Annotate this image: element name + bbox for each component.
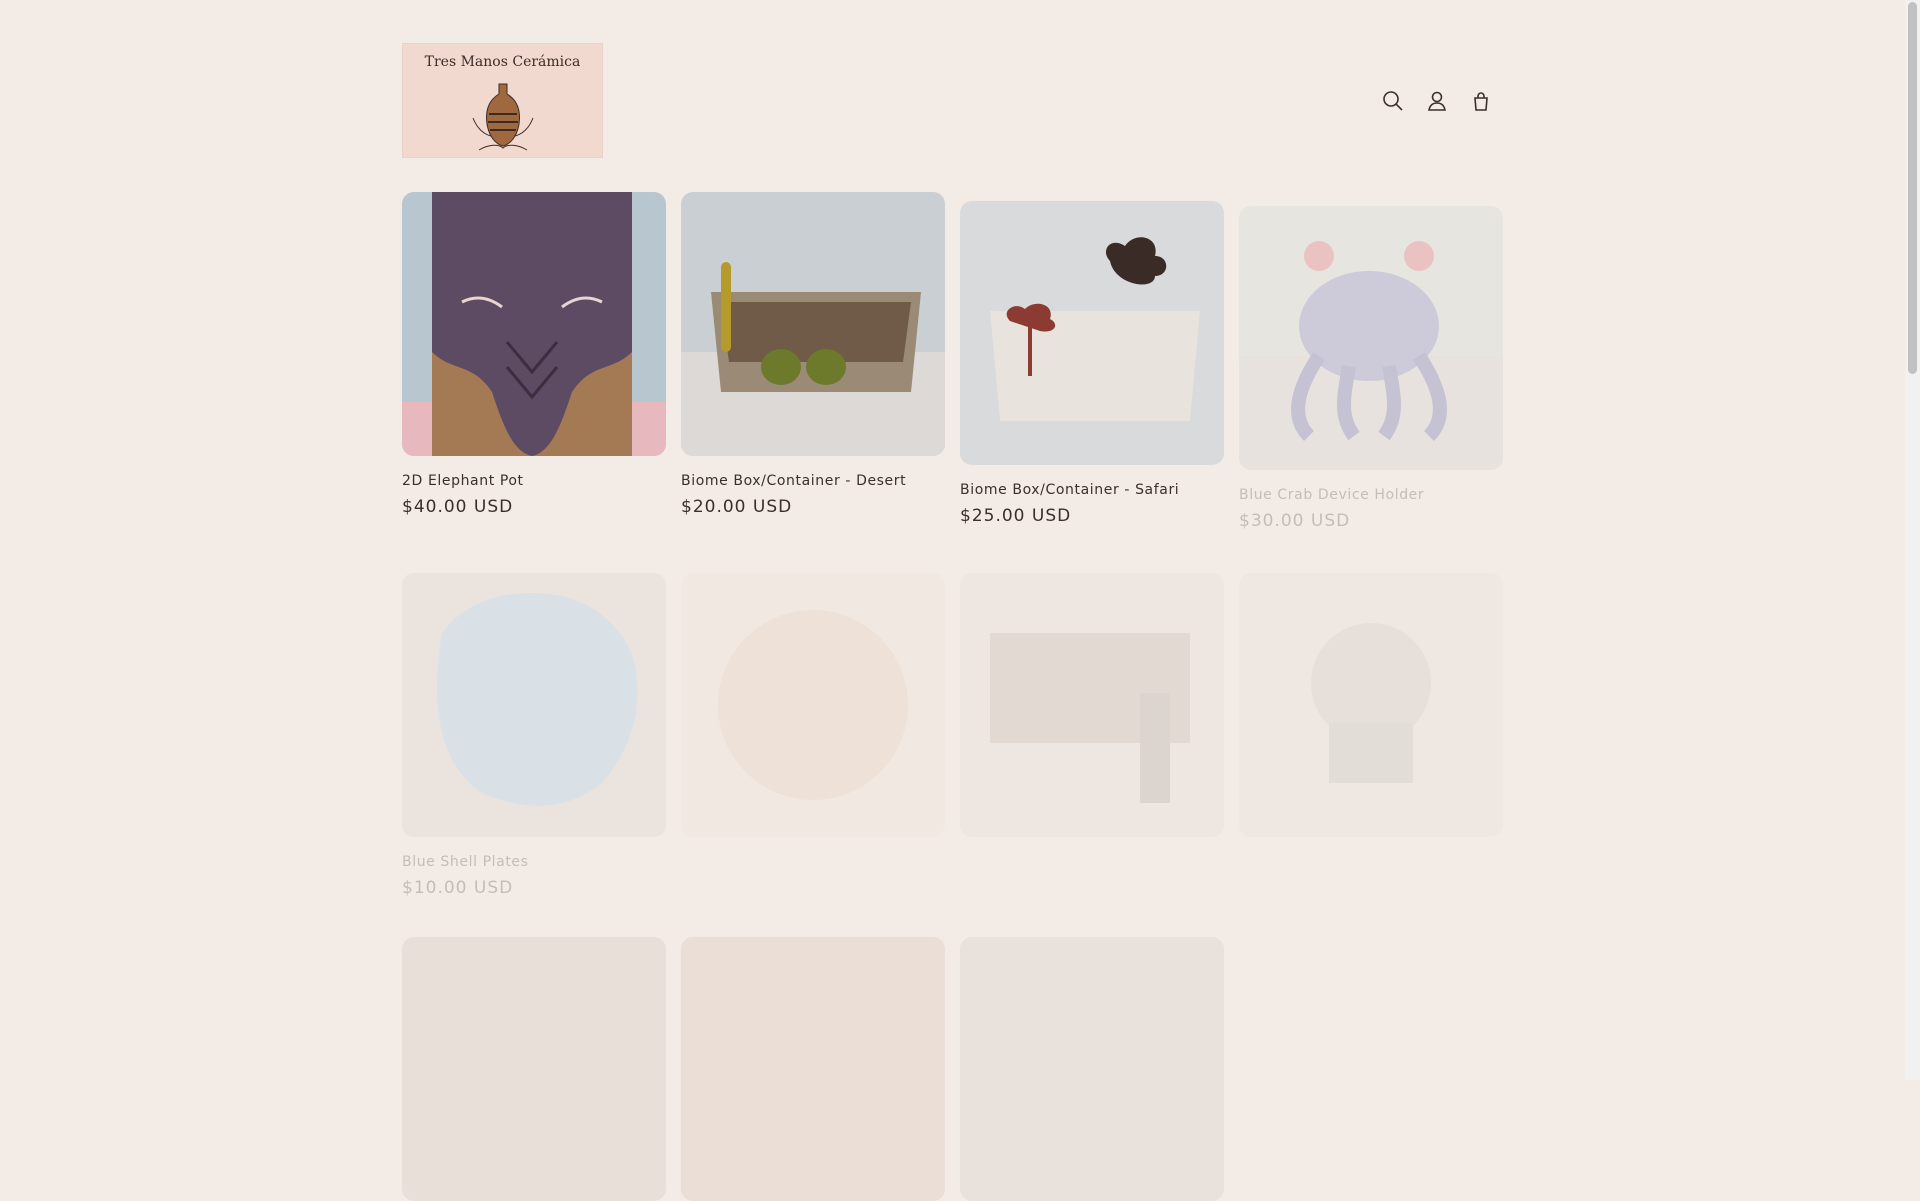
- product-image[interactable]: [960, 573, 1224, 837]
- holder-image: [990, 633, 1190, 803]
- product-image[interactable]: [402, 573, 666, 837]
- cart-button[interactable]: [1459, 79, 1503, 123]
- cart-icon: [1474, 92, 1488, 111]
- search-icon: [1383, 91, 1403, 111]
- header-icons: [1371, 79, 1503, 123]
- shell-plate-image: [402, 573, 666, 837]
- product-image[interactable]: [402, 937, 666, 1201]
- account-icon: [1428, 91, 1446, 111]
- product-price: $20.00 USD: [681, 497, 793, 517]
- product-image[interactable]: [960, 937, 1224, 1201]
- page-scrollbar[interactable]: [1905, 0, 1920, 1080]
- product-image[interactable]: [681, 573, 945, 837]
- product-image[interactable]: [960, 201, 1224, 465]
- product-image[interactable]: [1239, 206, 1503, 470]
- product-title[interactable]: Blue Shell Plates: [402, 854, 666, 870]
- store-logo[interactable]: Tres Manos Cerámica: [402, 43, 603, 158]
- product-card[interactable]: [1239, 573, 1503, 837]
- product-price: $25.00 USD: [960, 506, 1072, 526]
- product-title[interactable]: Blue Crab Device Holder: [1239, 487, 1503, 503]
- crab-holder-image: [1239, 206, 1503, 470]
- login-button[interactable]: [1415, 79, 1459, 123]
- product-card[interactable]: Blue Crab Device Holder $30.00 USD: [1239, 206, 1503, 531]
- product-price: $10.00 USD: [402, 878, 514, 898]
- product-card[interactable]: [681, 937, 945, 1201]
- product-image[interactable]: [681, 192, 945, 456]
- product-price: $30.00 USD: [1239, 511, 1351, 531]
- product-card[interactable]: Biome Box/Container - Desert $20.00 USD: [681, 192, 945, 517]
- safari-box-image: [960, 201, 1224, 465]
- scrollbar-thumb[interactable]: [1908, 2, 1917, 374]
- page: Tres Manos Cerámica 2D Elephant Pot $40.…: [0, 0, 1905, 1201]
- site-header: Tres Manos Cerámica: [402, 43, 1503, 158]
- product-card[interactable]: Blue Shell Plates $10.00 USD: [402, 573, 666, 898]
- product-title[interactable]: 2D Elephant Pot: [402, 473, 666, 489]
- product-image[interactable]: [1239, 573, 1503, 837]
- product-title[interactable]: Biome Box/Container - Safari: [960, 482, 1224, 498]
- product-image[interactable]: [402, 192, 666, 456]
- product-card[interactable]: Biome Box/Container - Safari $25.00 USD: [960, 201, 1224, 526]
- product-card[interactable]: [681, 573, 945, 837]
- product-card[interactable]: [960, 937, 1224, 1201]
- vase-logo-icon: [472, 83, 534, 151]
- desert-box-image: [681, 192, 945, 456]
- search-button[interactable]: [1371, 79, 1415, 123]
- product-card[interactable]: [402, 937, 666, 1201]
- bowl-image: [718, 610, 908, 800]
- figure-image: [1311, 623, 1431, 783]
- product-title[interactable]: Biome Box/Container - Desert: [681, 473, 945, 489]
- product-card[interactable]: 2D Elephant Pot $40.00 USD: [402, 192, 666, 517]
- product-image[interactable]: [681, 937, 945, 1201]
- elephant-pot-image: [402, 192, 666, 456]
- product-price: $40.00 USD: [402, 497, 514, 517]
- logo-text: Tres Manos Cerámica: [424, 54, 581, 70]
- product-card[interactable]: [960, 573, 1224, 837]
